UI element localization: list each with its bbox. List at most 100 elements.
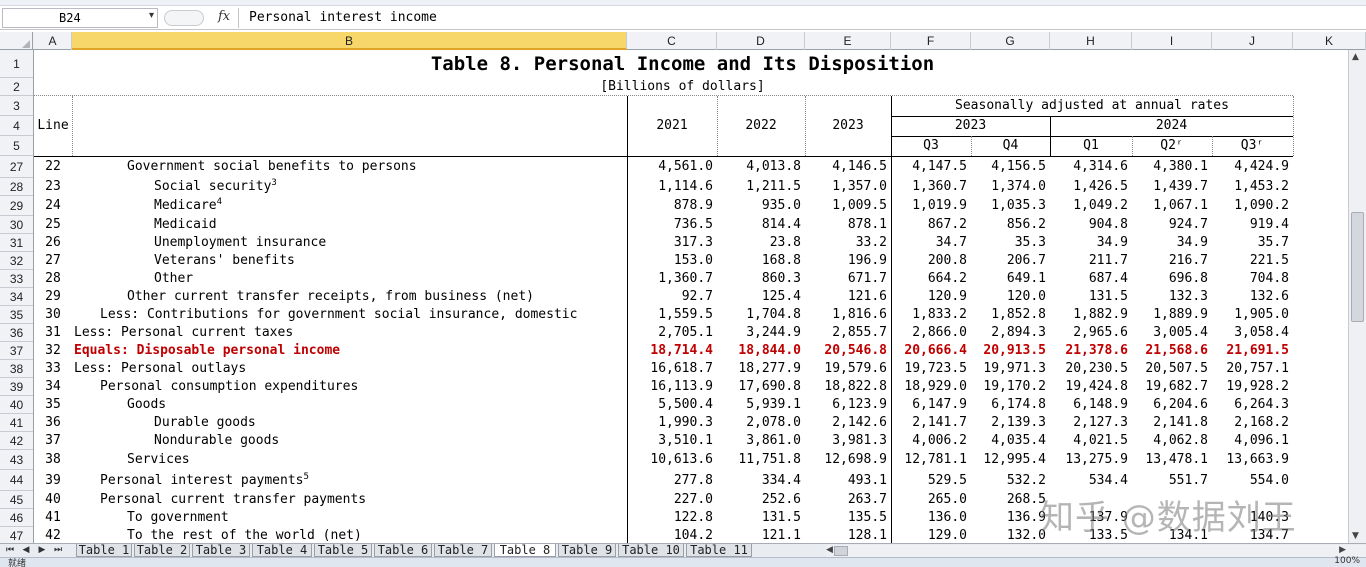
row-header-45[interactable]: 45 bbox=[0, 491, 33, 509]
value-cell: 19,170.2 bbox=[983, 379, 1046, 394]
row-header-43[interactable]: 43 bbox=[0, 450, 33, 470]
column-headers: ABCDEFGHIJK bbox=[0, 32, 1366, 50]
row-header-35[interactable]: 35 bbox=[0, 306, 33, 324]
last-sheet-icon[interactable]: ⏭ bbox=[50, 544, 66, 557]
quarter-header-4: Q2ʳ bbox=[1160, 138, 1184, 153]
row-header-41[interactable]: 41 bbox=[0, 414, 33, 432]
horizontal-scroll-thumb[interactable] bbox=[834, 546, 848, 556]
scroll-right-icon[interactable]: ▶ bbox=[1339, 545, 1346, 555]
column-header-f[interactable]: F bbox=[891, 32, 971, 50]
line-number: 38 bbox=[45, 452, 61, 467]
value-cell: 1,833.2 bbox=[912, 307, 967, 322]
line-number: 25 bbox=[45, 217, 61, 232]
column-header-g[interactable]: G bbox=[971, 32, 1050, 50]
column-header-c[interactable]: C bbox=[627, 32, 717, 50]
column-header-e[interactable]: E bbox=[805, 32, 891, 50]
value-cell: 23.8 bbox=[769, 235, 801, 250]
row-header-30[interactable]: 30 bbox=[0, 216, 33, 234]
value-cell: 1,374.0 bbox=[991, 179, 1046, 194]
row-header-2[interactable]: 2 bbox=[0, 78, 33, 96]
row-header-37[interactable]: 37 bbox=[0, 342, 33, 360]
column-header-i[interactable]: I bbox=[1132, 32, 1212, 50]
value-cell: 131.5 bbox=[761, 510, 801, 525]
row-header-27[interactable]: 27 bbox=[0, 156, 33, 178]
row-header-29[interactable]: 29 bbox=[0, 196, 33, 216]
line-number: 35 bbox=[45, 397, 61, 412]
value-cell: 2,141.7 bbox=[912, 415, 967, 430]
line-number: 26 bbox=[45, 235, 61, 250]
row-header-39[interactable]: 39 bbox=[0, 378, 33, 396]
row-header-3[interactable]: 3 bbox=[0, 96, 33, 116]
zoom-level[interactable]: 100% bbox=[1334, 556, 1360, 566]
quarter-header-2: Q4 bbox=[1002, 138, 1019, 153]
sheet-tab[interactable]: Table 4 bbox=[252, 544, 312, 557]
row-header-4[interactable]: 4 bbox=[0, 116, 33, 136]
chevron-down-icon[interactable]: ▾ bbox=[149, 10, 154, 21]
value-cell: 227.0 bbox=[673, 492, 713, 507]
sheet-tab[interactable]: Table 5 bbox=[314, 544, 372, 557]
column-header-a[interactable]: A bbox=[34, 32, 72, 50]
sheet-tab[interactable]: Table 10 bbox=[618, 544, 684, 557]
sheet-tab[interactable]: Table 3 bbox=[192, 544, 250, 557]
row-header-31[interactable]: 31 bbox=[0, 234, 33, 252]
quarter-header-3: Q1 bbox=[1083, 138, 1099, 153]
column-header-d[interactable]: D bbox=[717, 32, 805, 50]
ribbon-edge bbox=[0, 0, 1366, 6]
horizontal-scrollbar[interactable]: ◀ ▶ bbox=[826, 545, 1366, 557]
quarter-header-5: Q3ʳ bbox=[1240, 138, 1265, 153]
vertical-scrollbar[interactable]: ▲ ▼ bbox=[1348, 50, 1366, 543]
line-number: 32 bbox=[45, 343, 61, 358]
insert-function-icon[interactable]: fx bbox=[218, 9, 230, 24]
sheet-tab[interactable]: Table 11 bbox=[686, 544, 752, 557]
footnote-marker: 5 bbox=[303, 472, 309, 482]
line-number: 29 bbox=[45, 289, 61, 304]
value-cell: 4,147.5 bbox=[912, 159, 967, 174]
sheet-tab[interactable]: Table 8 bbox=[494, 544, 556, 557]
scroll-left-icon[interactable]: ◀ bbox=[826, 545, 833, 555]
value-cell: 13,275.9 bbox=[1065, 452, 1128, 467]
value-cell: 121.1 bbox=[761, 528, 801, 543]
column-header-j[interactable]: J bbox=[1212, 32, 1293, 50]
row-header-33[interactable]: 33 bbox=[0, 270, 33, 288]
sheet-tab[interactable]: Table 1 bbox=[76, 544, 132, 557]
row-header-36[interactable]: 36 bbox=[0, 324, 33, 342]
sheet-tab[interactable]: Table 6 bbox=[374, 544, 432, 557]
scroll-down-icon[interactable]: ▼ bbox=[1352, 531, 1359, 541]
row-label: Equals: Disposable personal income bbox=[74, 343, 341, 358]
value-cell: 6,264.3 bbox=[1234, 397, 1289, 412]
next-sheet-icon[interactable]: ▶ bbox=[34, 544, 50, 557]
value-cell: 19,928.2 bbox=[1226, 379, 1289, 394]
row-header-38[interactable]: 38 bbox=[0, 360, 33, 378]
column-header-h[interactable]: H bbox=[1050, 32, 1132, 50]
value-cell: 3,244.9 bbox=[746, 325, 801, 340]
value-cell: 2,078.0 bbox=[746, 415, 801, 430]
select-all-button[interactable] bbox=[0, 32, 33, 50]
column-header-b[interactable]: B bbox=[72, 32, 627, 50]
name-box[interactable]: B24 ▾ bbox=[2, 8, 158, 28]
spreadsheet-grid[interactable]: Table 8. Personal Income and Its Disposi… bbox=[34, 50, 1366, 543]
row-header-34[interactable]: 34 bbox=[0, 288, 33, 306]
value-cell: 4,380.1 bbox=[1153, 159, 1208, 174]
sheet-tab[interactable]: Table 9 bbox=[558, 544, 616, 557]
row-header-5[interactable]: 5 bbox=[0, 136, 33, 156]
column-header-k[interactable]: K bbox=[1293, 32, 1366, 50]
row-header-42[interactable]: 42 bbox=[0, 432, 33, 450]
row-header-28[interactable]: 28 bbox=[0, 178, 33, 196]
row-header-46[interactable]: 46 bbox=[0, 509, 33, 527]
row-label: Nondurable goods bbox=[154, 433, 280, 448]
formula-cancel-enter-button[interactable] bbox=[164, 10, 204, 26]
value-cell: 3,058.4 bbox=[1234, 325, 1289, 340]
sheet-tab[interactable]: Table 7 bbox=[434, 544, 492, 557]
sheet-tab[interactable]: Table 2 bbox=[134, 544, 190, 557]
row-headers: 1 2 3 4 5 27 28 29 30 31 32 33 34 35 36 37 38 39 40 41 42 43 4… bbox=[0, 50, 34, 545]
row-header-32[interactable]: 32 bbox=[0, 252, 33, 270]
value-cell: 122.8 bbox=[673, 510, 713, 525]
vertical-scroll-thumb[interactable] bbox=[1351, 212, 1364, 322]
value-cell: 211.7 bbox=[1088, 253, 1128, 268]
row-header-1[interactable]: 1 bbox=[0, 50, 33, 78]
row-header-44[interactable]: 44 bbox=[0, 470, 33, 491]
value-cell: 265.0 bbox=[927, 492, 967, 507]
formula-input[interactable]: Personal interest income bbox=[238, 8, 1364, 28]
scroll-up-icon[interactable]: ▲ bbox=[1352, 52, 1359, 62]
row-header-40[interactable]: 40 bbox=[0, 396, 33, 414]
